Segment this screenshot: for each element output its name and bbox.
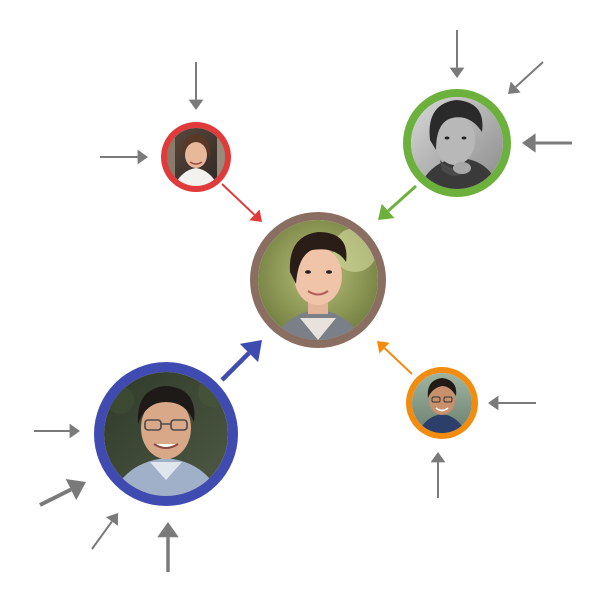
incoming-arrow-green-1 [449,30,465,78]
node-red [161,122,231,192]
edge-red-to-center [221,183,262,222]
avatar-red [167,128,225,186]
incoming-arrow-green-3 [522,133,572,153]
edge-blue-to-center [220,340,262,382]
edge-orange-to-center [377,341,413,375]
incoming-arrow-blue-3 [91,513,118,550]
incoming-arrow-orange-2 [430,452,446,498]
avatar-orange [412,373,472,433]
incoming-arrow-blue-1 [34,423,80,439]
incoming-arrow-orange-1 [488,395,536,411]
incoming-arrow-red-1 [188,62,204,110]
node-orange [406,367,478,439]
node-center [250,212,386,348]
incoming-arrow-red-2 [100,149,148,165]
influence-diagram [34,30,572,572]
node-blue [94,362,238,506]
edge-green-to-center [378,184,418,220]
incoming-arrow-blue-4 [157,522,179,572]
node-green [403,89,511,197]
incoming-arrow-blue-2 [39,478,86,507]
incoming-arrow-green-2 [508,61,544,94]
